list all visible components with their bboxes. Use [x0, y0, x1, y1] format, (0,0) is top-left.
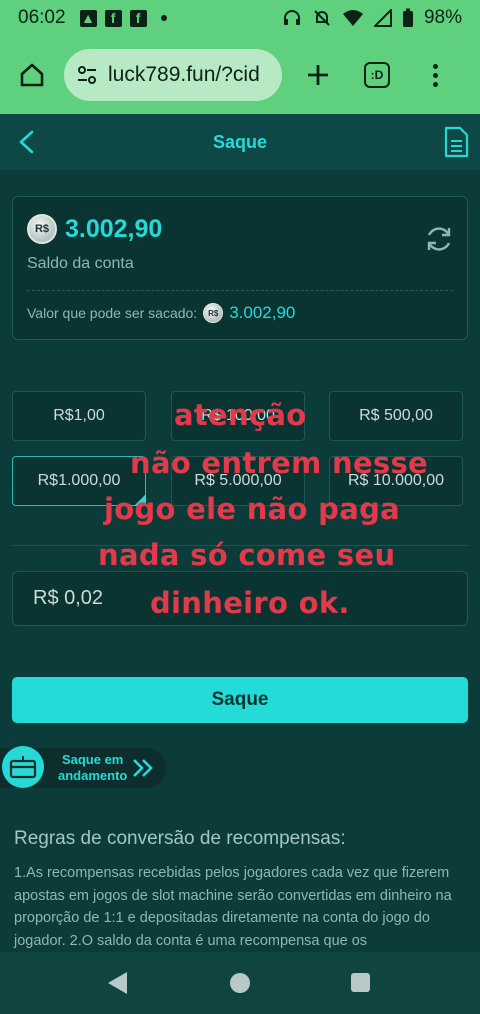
balance-row: R$ 3.002,90: [27, 214, 162, 244]
amount-option[interactable]: R$ 5.000,00: [171, 456, 305, 506]
pending-line-1: Saque em: [61, 752, 124, 767]
real-coin-icon-small: R$: [203, 303, 224, 323]
pending-label: Saque em andamento: [58, 752, 127, 784]
url-text[interactable]: luck789.fun/?cid: [108, 63, 260, 87]
amount-option-selected[interactable]: R$1.000,00: [12, 456, 146, 506]
battery-icon: [402, 8, 413, 27]
overlay-line-4: nada só come seu: [98, 538, 396, 572]
status-bar: 06:02 ▲ f f 98%: [0, 0, 480, 36]
battery-percent: 98%: [423, 7, 462, 28]
amount-option[interactable]: R$ 10.000,00: [329, 456, 463, 506]
nav-recents-icon[interactable]: [351, 973, 370, 992]
page-title: Saque: [212, 131, 268, 152]
nav-home-icon[interactable]: [230, 973, 250, 993]
page-header: Saque: [0, 114, 480, 170]
notification-dot-icon: [160, 15, 167, 21]
new-tab-button[interactable]: [300, 57, 336, 93]
balance-label: Saldo da conta: [27, 255, 134, 272]
gallery-icon: ▲: [79, 9, 97, 27]
withdrawable-value: 3.002,90: [229, 303, 296, 322]
wifi-icon: [342, 10, 363, 26]
facebook-icon-2: f: [129, 9, 147, 27]
headphones-icon: [283, 10, 300, 25]
menu-dot-icon: [432, 81, 438, 87]
menu-dot-icon: [432, 63, 438, 69]
rules-title: Regras de conversão de recompensas:: [14, 828, 346, 849]
facebook-icon: f: [104, 9, 122, 27]
document-icon[interactable]: [442, 126, 470, 158]
double-chevron-icon: [133, 759, 153, 777]
section-divider: [12, 545, 468, 546]
site-settings-icon[interactable]: [76, 64, 98, 86]
system-nav-bar: [0, 952, 480, 1014]
real-coin-icon: R$: [27, 214, 57, 244]
saque-button[interactable]: Saque: [12, 677, 468, 723]
amount-option[interactable]: R$1,00: [12, 391, 146, 441]
home-icon: [20, 63, 44, 87]
plus-icon: [308, 65, 328, 85]
pending-withdrawal-button[interactable]: Saque em andamento: [0, 746, 166, 788]
rules-body: 1.As recompensas recebidas pelos jogador…: [14, 865, 452, 949]
refresh-icon[interactable]: [423, 223, 455, 255]
pending-line-2: andamento: [58, 768, 128, 783]
nav-back-icon[interactable]: [108, 972, 127, 994]
withdrawable-label: Valor que pode ser sacado:: [27, 305, 198, 321]
balance-divider: [27, 290, 453, 291]
amount-option[interactable]: R$ 100,00: [171, 391, 305, 441]
mute-bell-icon: [314, 10, 330, 26]
status-time: 06:02: [18, 7, 66, 28]
menu-dot-icon: [432, 72, 438, 78]
address-bar[interactable]: luck789.fun/?cid: [64, 49, 282, 101]
balance-card: R$ 3.002,90 Saldo da conta Valor que pod…: [12, 196, 468, 340]
amount-option[interactable]: R$ 500,00: [329, 391, 463, 441]
amount-option-label: R$1.000,00: [37, 472, 121, 489]
home-button[interactable]: [12, 55, 52, 95]
back-arrow-icon[interactable]: [12, 126, 42, 158]
browser-menu-button[interactable]: [430, 63, 440, 87]
balance-amount: 3.002,90: [65, 214, 163, 243]
tab-switcher-button[interactable]: :D: [364, 62, 390, 88]
withdrawable-row: Valor que pode ser sacado: R$ 3.002,90: [27, 303, 295, 323]
selected-corner-icon: [134, 494, 146, 506]
signal-icon: [373, 9, 392, 27]
wallet-icon: [2, 746, 44, 788]
amount-input[interactable]: R$ 0,02: [12, 571, 468, 626]
browser-toolbar: luck789.fun/?cid :D: [0, 36, 480, 114]
